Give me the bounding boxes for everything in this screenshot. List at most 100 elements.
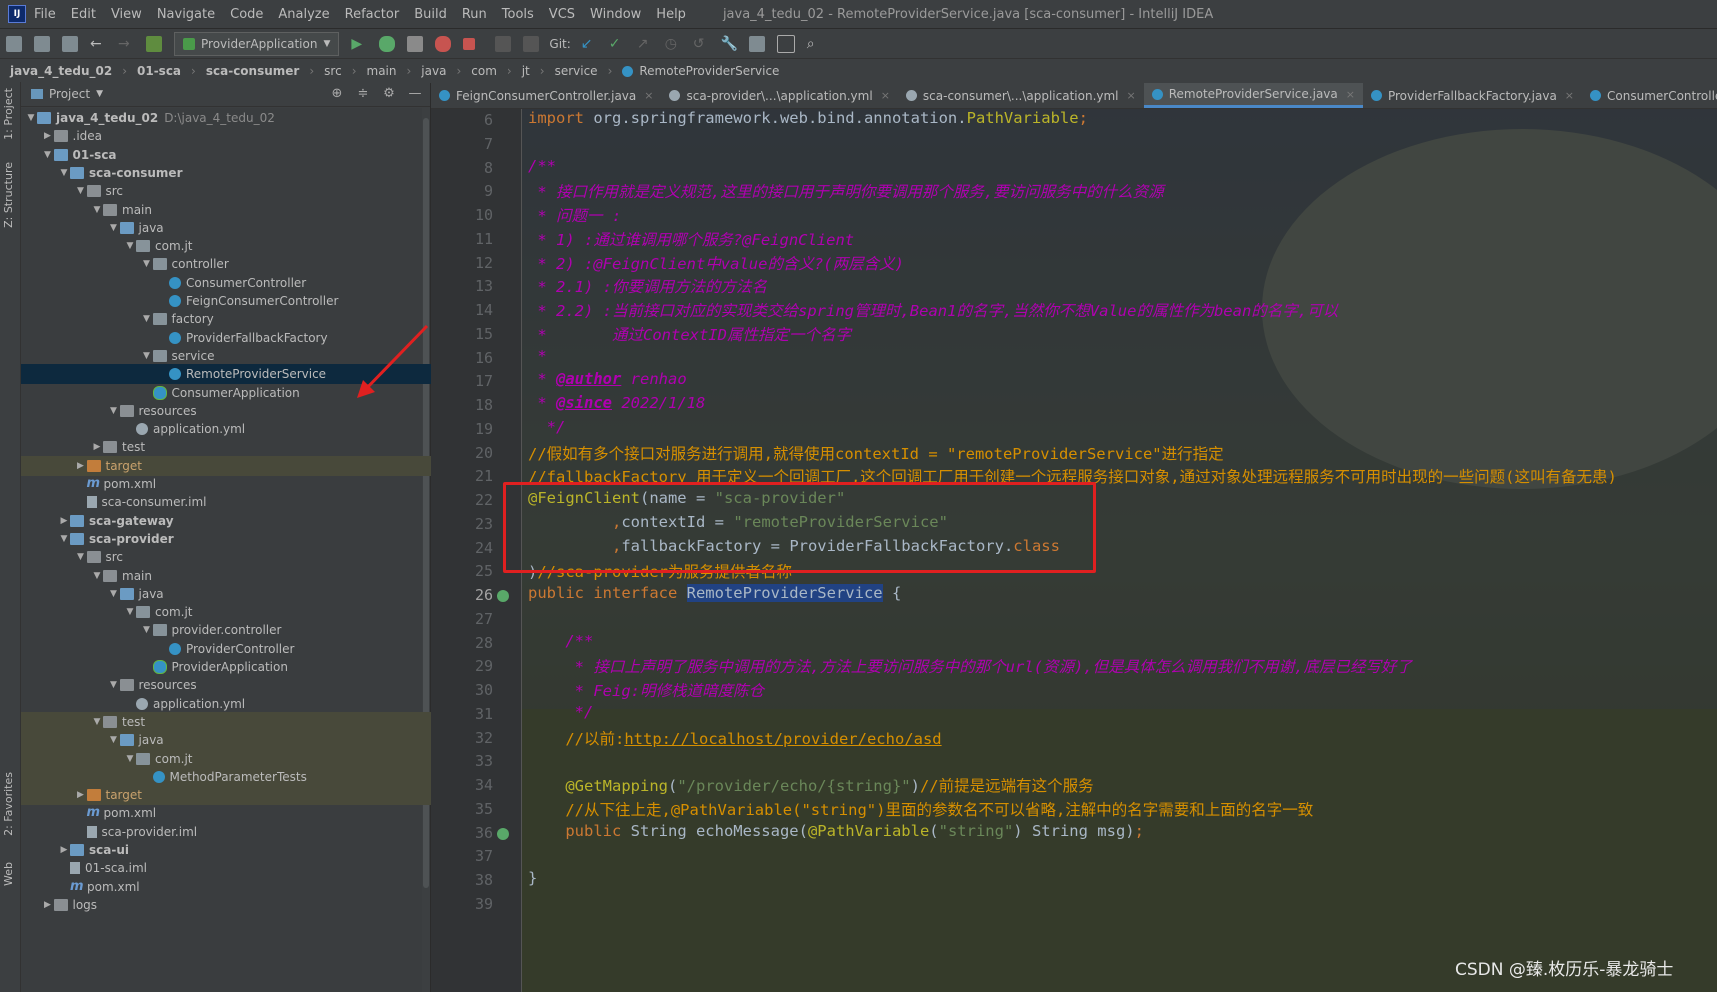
tree-node[interactable]: ▶ target [21, 455, 484, 476]
editor-tab[interactable]: FeignConsumerController.java × [431, 83, 661, 108]
locate-file-icon[interactable]: ⊕ [330, 87, 344, 101]
menu-refactor[interactable]: Refactor [345, 7, 400, 22]
tree-node[interactable]: ▶ target [21, 785, 484, 806]
tree-node[interactable]: ▼ main [21, 566, 500, 586]
back-arrow-icon[interactable]: ← [90, 36, 106, 52]
attach-icon[interactable] [495, 36, 512, 52]
coverage-icon[interactable] [407, 36, 424, 52]
git-rollback-icon[interactable]: ↺ [693, 36, 709, 52]
breadcrumb-item[interactable]: jt › [522, 64, 545, 78]
collapse-arrow-icon[interactable]: ▶ [91, 442, 103, 452]
editor-tab[interactable]: ConsumerController.jav [1582, 83, 1717, 108]
editor-tab[interactable]: ProviderFallbackFactory.java × [1363, 83, 1582, 108]
hide-panel-icon[interactable]: — [408, 87, 422, 101]
menu-window[interactable]: Window [590, 7, 641, 22]
tree-node[interactable]: m pom.xml [21, 877, 467, 897]
git-history-icon[interactable]: ◷ [665, 36, 681, 52]
sync-icon[interactable] [62, 36, 78, 52]
forward-arrow-icon[interactable]: → [118, 36, 134, 52]
git-commit-icon[interactable]: ✓ [609, 36, 625, 52]
profile-icon[interactable] [435, 36, 452, 52]
git-update-icon[interactable]: ↙ [581, 36, 597, 52]
expand-arrow-icon[interactable]: ▼ [91, 571, 103, 581]
collapse-arrow-icon[interactable]: ▶ [42, 131, 54, 141]
tree-node[interactable]: ▼ sca-consumer [21, 163, 467, 183]
menu-build[interactable]: Build [414, 7, 447, 22]
tree-node[interactable]: ▶ .idea [21, 126, 451, 146]
gear-icon[interactable]: ⚙ [382, 87, 396, 101]
expand-arrow-icon[interactable]: ▼ [108, 589, 120, 599]
project-view-select[interactable]: Project ▼ [31, 87, 103, 101]
expand-arrow-icon[interactable]: ▼ [91, 717, 103, 727]
breadcrumb-item[interactable]: src › [324, 64, 356, 78]
expand-arrow-icon[interactable]: ▼ [108, 223, 120, 233]
expand-arrow-icon[interactable]: ▼ [108, 406, 120, 416]
tree-node[interactable]: sca-consumer.iml [21, 492, 484, 512]
menu-help[interactable]: Help [656, 7, 686, 22]
menu-edit[interactable]: Edit [71, 7, 96, 22]
terminal-icon[interactable] [776, 35, 795, 53]
search-icon[interactable]: ⌕ [807, 36, 823, 52]
menu-file[interactable]: File [34, 7, 56, 22]
menu-navigate[interactable]: Navigate [157, 7, 215, 22]
expand-arrow-icon[interactable]: ▼ [75, 186, 87, 196]
tree-node[interactable]: ▼ test [21, 711, 500, 732]
breadcrumb-item[interactable]: com › [471, 64, 511, 78]
close-icon[interactable]: × [881, 89, 890, 102]
run-configuration-select[interactable]: ProviderApplication ▼ [174, 32, 340, 56]
collapse-arrow-icon[interactable]: ▶ [58, 516, 70, 526]
tree-node[interactable]: ▼ 01-sca [21, 145, 451, 165]
collapse-arrow-icon[interactable]: ▶ [75, 461, 87, 471]
expand-arrow-icon[interactable]: ▼ [58, 168, 70, 178]
expand-arrow-icon[interactable]: ▼ [108, 680, 120, 690]
settings-wrench-icon[interactable]: 🔧 [721, 36, 738, 52]
tree-node[interactable]: ▼ java_4_tedu_02 D:\java_4_tedu_02 [21, 108, 434, 128]
expand-arrow-icon[interactable]: ▼ [75, 552, 87, 562]
breadcrumb-item[interactable]: main › [367, 64, 412, 78]
expand-arrow-icon[interactable]: ▼ [141, 625, 153, 635]
spring-bean-gutter-icon[interactable] [497, 827, 509, 840]
breadcrumb-item[interactable]: sca-consumer › [206, 64, 314, 78]
breadcrumb-item[interactable]: RemoteProviderService [622, 64, 779, 78]
tree-node[interactable]: ▶ test [21, 437, 500, 457]
tree-node[interactable]: ▶ logs [21, 895, 451, 915]
tree-node[interactable]: ▼ sca-provider [21, 529, 467, 549]
structure-tool-icon[interactable] [523, 36, 540, 52]
expand-arrow-icon[interactable]: ▼ [42, 150, 54, 160]
favorites-tool-tab[interactable]: 2: Favorites [2, 772, 15, 836]
structure-tool-tab[interactable]: Z: Structure [2, 162, 15, 228]
project-tool-tab[interactable]: 1: Project [2, 88, 15, 140]
build-hammer-icon[interactable] [146, 36, 162, 52]
tree-node[interactable]: m pom.xml [21, 474, 484, 494]
tree-node[interactable]: ▼ main [21, 200, 500, 220]
spring-bean-gutter-icon[interactable] [497, 590, 509, 602]
breadcrumb-item[interactable]: 01-sca › [137, 64, 196, 78]
expand-arrow-icon[interactable]: ▼ [91, 205, 103, 215]
breadcrumb-item[interactable]: java › [421, 64, 461, 78]
tree-node[interactable]: ▼ src [21, 547, 484, 567]
git-push-icon[interactable]: ↗ [637, 36, 653, 52]
expand-arrow-icon[interactable]: ▼ [141, 314, 153, 324]
tree-node[interactable]: ▶ sca-ui [21, 840, 467, 860]
tree-node[interactable]: sca-provider.iml [21, 822, 484, 842]
collapse-arrow-icon[interactable]: ▶ [58, 845, 70, 855]
breadcrumb-item[interactable]: service › [555, 64, 613, 78]
menu-tools[interactable]: Tools [502, 7, 534, 22]
menu-vcs[interactable]: VCS [549, 7, 575, 22]
tree-node[interactable]: 01-sca.iml [21, 858, 467, 878]
editor-tab[interactable]: sca-consumer\...\application.yml × [898, 83, 1144, 108]
collapse-arrow-icon[interactable]: ▶ [75, 790, 87, 800]
breadcrumb-item[interactable]: java_4_tedu_02 › [10, 64, 127, 78]
close-icon[interactable]: × [1346, 88, 1355, 101]
stop-icon[interactable] [463, 38, 476, 50]
close-icon[interactable]: × [1565, 89, 1574, 102]
save-icon[interactable] [34, 36, 50, 52]
project-structure-icon[interactable] [748, 36, 765, 52]
debug-icon[interactable] [379, 36, 396, 52]
expand-arrow-icon[interactable]: ▼ [25, 113, 37, 123]
web-tool-tab[interactable]: Web [2, 862, 15, 886]
tree-node[interactable]: m pom.xml [21, 803, 484, 823]
editor-tab[interactable]: sca-provider\...\application.yml × [661, 83, 897, 108]
editor-tab[interactable]: RemoteProviderService.java × [1143, 83, 1363, 108]
expand-arrow-icon[interactable]: ▼ [124, 754, 136, 764]
